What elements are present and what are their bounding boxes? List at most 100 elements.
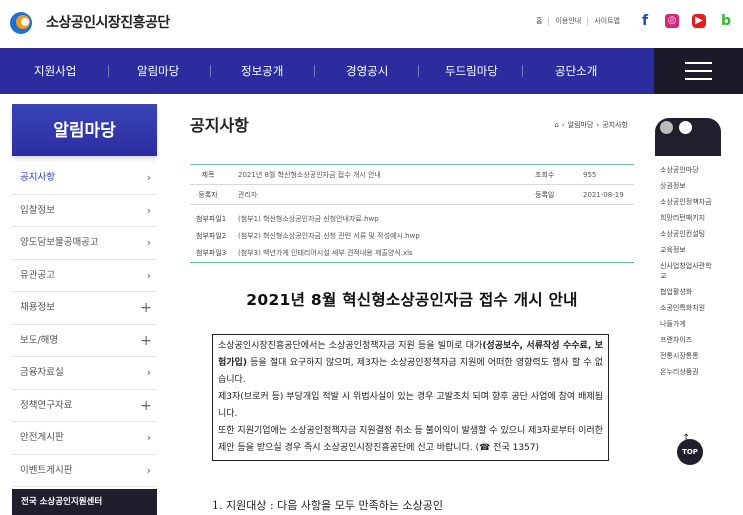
nav-divider [418,65,419,77]
subject-value: 2021년 8월 혁신형소상공인자금 접수 개시 안내 [238,171,381,179]
support-center-banner[interactable]: 전국 소상공인지원센터 [12,489,157,515]
notice-paragraph: 소상공인시장진흥공단에서는 소상공인정책자금 지원 등을 빌미로 대가(성공보수… [218,338,603,389]
nav-divider [314,65,315,77]
sidebar-item-label: 입찰정보 [20,204,55,216]
chevron-right-icon: › [146,366,151,379]
chevron-right-icon: › [146,236,151,249]
home-icon[interactable]: ⌂ [554,121,558,129]
chevron-right-icon: › [146,268,151,282]
breadcrumb-item[interactable]: 알림마당 [568,120,594,130]
hamburger-menu-icon[interactable] [654,48,743,94]
chevron-right-icon: › [146,431,151,444]
quick-toggle-icon[interactable] [660,121,673,134]
post-title: 2021년 8월 혁신형소상공인자금 접수 개시 안내 [246,291,578,309]
sidebar-item-safety-board[interactable]: 안전게시판 › [12,422,157,455]
post-author-row: 등록자 관리자 등록일 2021-08-19 [190,185,634,205]
date-label: 등록일 [535,191,555,199]
sidebar-item-notice[interactable]: 공지사항 › [12,162,157,195]
quick-menu-header [655,118,721,156]
util-link-home[interactable]: 홈 [530,16,550,26]
utility-nav: 홈 이용안내 사이트맵 f ◎ ▶ b [530,14,733,28]
notice-paragraph: 제3자(브로커 등) 부당개입 적발 시 위법사실이 있는 경우 고발조치 되며… [218,392,603,419]
attachment-label: 첨부파일1 [196,215,227,223]
breadcrumb-separator: › [596,121,600,129]
breadcrumb: ⌂ › 알림마당 › 공지사항 [554,120,628,130]
sidebar-item-finance-data[interactable]: 금융자료실 › [12,357,157,390]
views-label: 조회수 [535,171,555,179]
sidebar-item-label: 금융자료실 [20,367,64,378]
sns-links: f ◎ ▶ b [638,14,733,28]
attachment-link[interactable]: (첨부2) 혁신형소상공인자금 신청 관련 서류 및 작성예시.hwp [238,229,420,243]
sidebar-item-policy-research[interactable]: 정책연구자료 + [12,390,157,422]
quick-item[interactable]: 상권정보 [655,178,721,194]
nav-item-notice[interactable]: 알림마당 [137,48,179,94]
quick-item[interactable]: 소상공인컨설팅 [655,226,721,242]
sidebar-item-event-board[interactable]: 이벤트게시판 › [12,455,157,487]
quick-item[interactable]: 소상공인마당 [655,162,721,178]
side-nav: 알림마당 공지사항 › 입찰정보 › 양도담보물공매공고 › 유관공고 › 채용정보 + … [12,104,157,515]
instagram-icon[interactable]: ◎ [665,14,679,28]
sidebar-item-related-notice[interactable]: 유관공고 › [12,260,157,292]
support-target-heading: 1. 지원대상 : 다음 사항을 모두 만족하는 소상공인 [212,499,443,512]
quick-list-icon[interactable] [679,121,692,134]
sidebar-item-label: 이벤트게시판 [20,464,73,476]
nav-divider [210,65,211,77]
sidebar-item-recruit[interactable]: 채용정보 + [12,292,157,325]
util-link-sitemap[interactable]: 사이트맵 [588,17,626,26]
chevron-right-icon: › [146,203,151,217]
logo-mark-icon [10,10,38,34]
nav-item-about[interactable]: 공단소개 [555,48,597,94]
youtube-icon[interactable]: ▶ [692,14,706,28]
site-logo[interactable]: 소상공인시장진흥공단 [10,10,170,34]
nav-item-info[interactable]: 정보공개 [241,48,283,94]
attachments: 첨부파일1 (첨부1) 혁신형소상공인자금 신청안내자료.hwp 첨부파일2 (… [190,205,634,263]
quick-item[interactable]: 희망리턴패키지 [655,210,721,226]
quick-item[interactable]: 프랜차이즈 [655,332,721,348]
main-nav: 지원사업 알림마당 정보공개 경영공시 두드림마당 공단소개 [0,48,743,94]
nav-item-support[interactable]: 지원사업 [34,48,76,94]
sidebar-item-press[interactable]: 보도/해명 + [12,325,157,357]
nav-divider [522,65,523,77]
side-nav-title: 알림마당 [12,104,157,156]
subject-label: 제목 [201,171,215,179]
sidebar-item-collateral-auction[interactable]: 양도담보물공매공고 › [12,227,157,260]
util-link-guide[interactable]: 이용안내 [549,16,589,26]
nav-item-management[interactable]: 경영공시 [346,48,388,94]
breadcrumb-item[interactable]: 공지사항 [602,120,628,130]
chevron-right-icon: › [146,463,151,477]
sidebar-item-label: 양도담보물공매공고 [20,237,99,248]
quick-item[interactable]: 전통시장통통 [655,348,721,364]
attachment-link[interactable]: (첨부1) 혁신형소상공인자금 신청안내자료.hwp [238,212,379,226]
quick-item[interactable]: 온누리상품권 [655,364,721,380]
facebook-icon[interactable]: f [638,14,652,28]
quick-menu-list: 소상공인마당 상권정보 소상공인정책자금 희망리턴패키지 소상공인컨설팅 교육정… [655,156,721,380]
attachment-link[interactable]: (첨부3) 백년가게 인테리어시설 세부 견적내용 제출양식.xls [238,246,413,260]
attachment-label: 첨부파일3 [196,249,227,257]
plus-icon: + [140,397,152,414]
top-header: 소상공인시장진흥공단 홈 이용안내 사이트맵 f ◎ ▶ b [0,0,743,48]
sidebar-item-label: 유관공고 [20,269,55,281]
breadcrumb-separator: › [561,121,565,129]
post-info-table: 제목 2021년 8월 혁신형소상공인자금 접수 개시 안내 조회수 955 등… [190,164,634,263]
views-value: 955 [583,171,597,179]
post-subject-row: 제목 2021년 8월 혁신형소상공인자금 접수 개시 안내 조회수 955 [190,165,634,185]
sidebar-item-label: 안전게시판 [20,432,64,443]
scroll-top-button[interactable]: ↑ TOP [677,433,703,465]
quick-item[interactable]: 신사업창업사관학교 [655,258,721,284]
notice-text: 등을 절대 요구하지 않으며, 제3자는 소상공인정책자금 지원에 어떠한 영향… [218,358,603,385]
date-value: 2021-08-19 [583,191,624,199]
quick-item[interactable]: 소상공인정책자금 [655,194,721,210]
blog-icon[interactable]: b [719,14,733,28]
attachment-label: 첨부파일2 [196,232,227,240]
warning-notice-box: 소상공인시장진흥공단에서는 소상공인정책자금 지원 등을 빌미로 대가(성공보수… [212,334,609,461]
quick-item[interactable]: 협업활성화 [655,284,721,300]
author-value: 관리자 [238,191,258,199]
author-label: 등록자 [198,191,218,199]
notice-text: 소상공인시장진흥공단에서는 소상공인정책자금 지원 등을 빌미로 대가 [218,341,483,351]
quick-item[interactable]: 소공인특화지원 [655,300,721,316]
quick-item[interactable]: 교육정보 [655,242,721,258]
sidebar-item-bid[interactable]: 입찰정보 › [12,195,157,227]
quick-item[interactable]: 나들가게 [655,316,721,332]
top-label: TOP [677,439,703,465]
nav-item-dodream[interactable]: 두드림마당 [445,48,498,94]
